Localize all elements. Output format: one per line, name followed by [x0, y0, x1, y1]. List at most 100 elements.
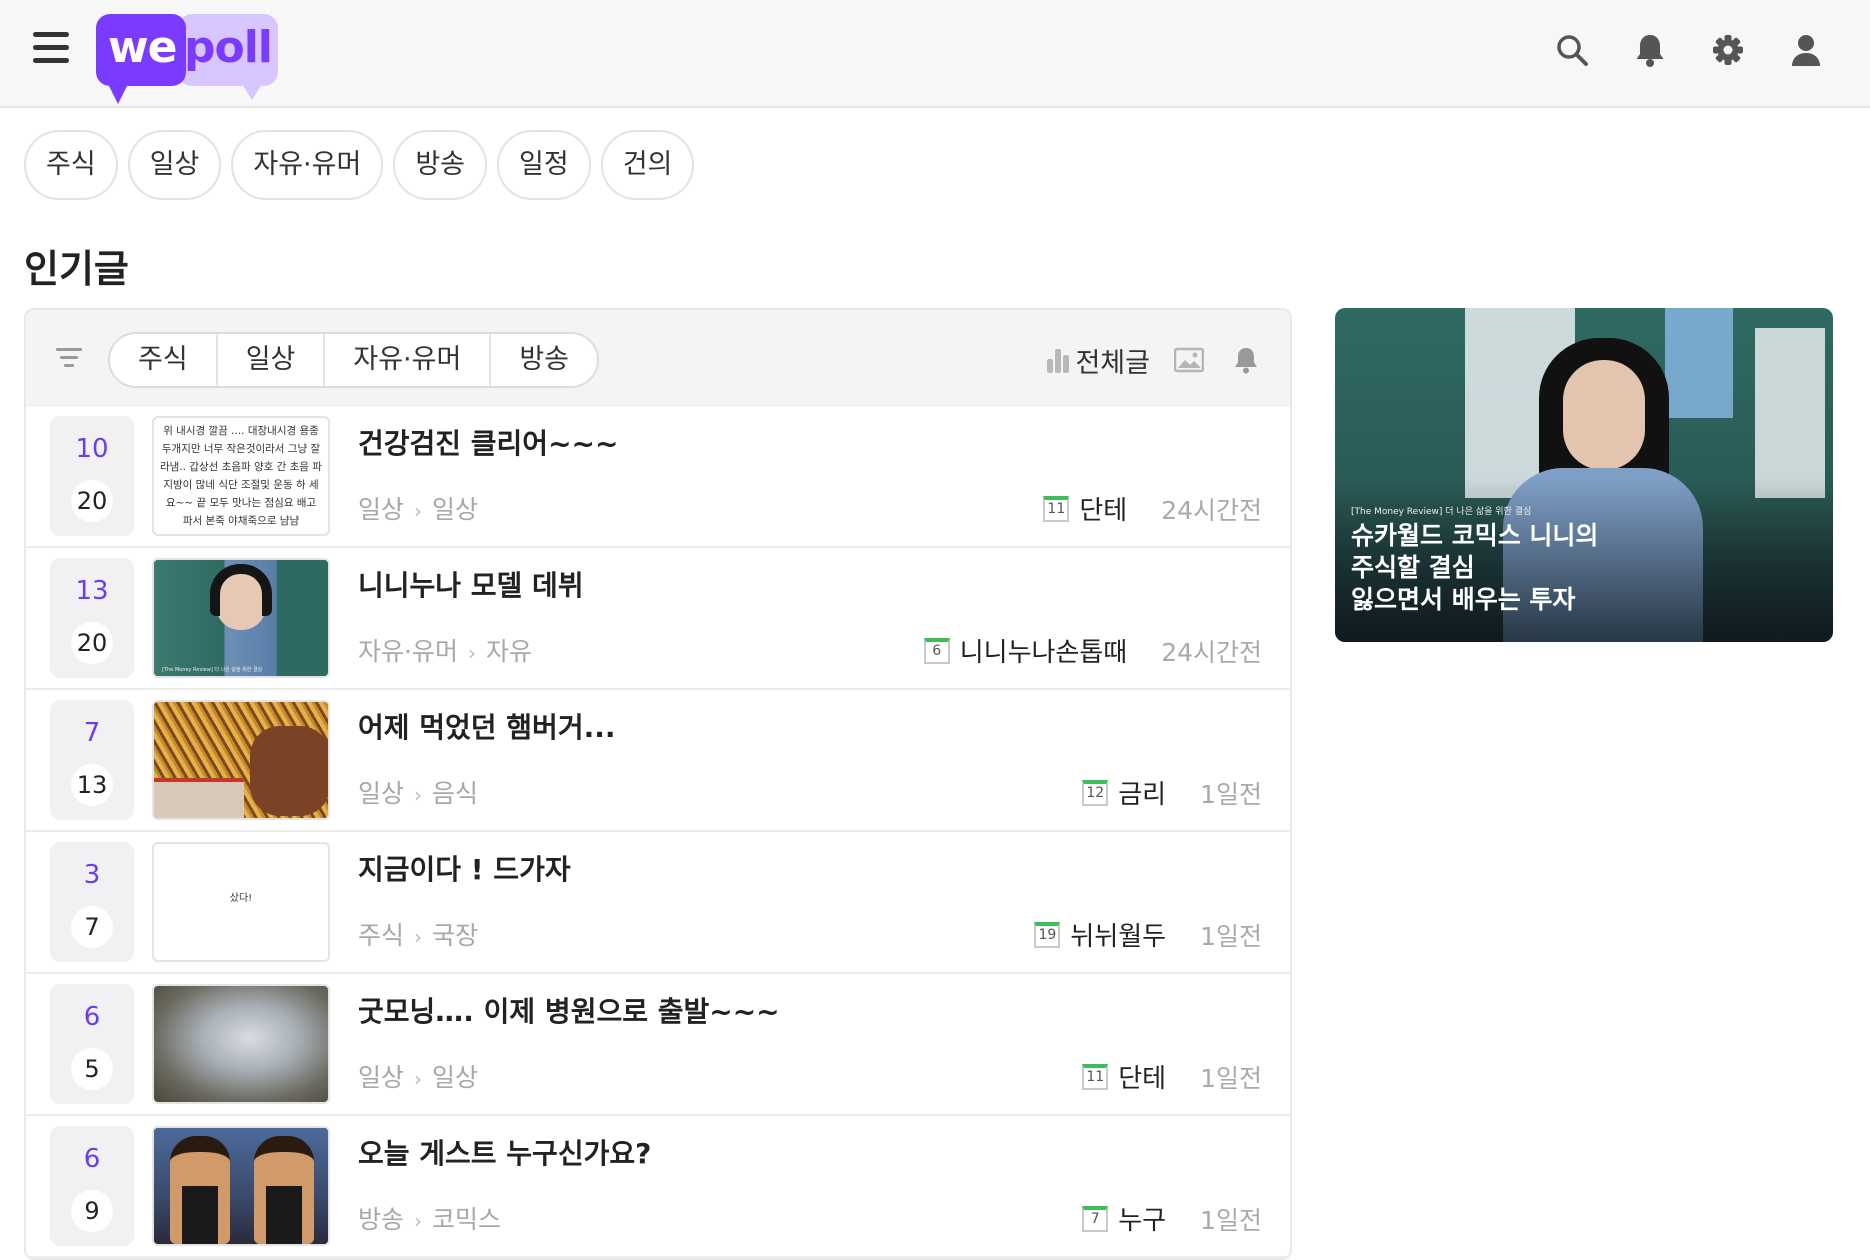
post-author[interactable]: 금리 [1118, 774, 1166, 811]
post-title[interactable]: 지금이다 ! 드가자 [358, 848, 571, 888]
post-row[interactable]: 7 13 어제 먹었던 햄버거... 일상 › 음식 12 금리 1일전 [26, 690, 1290, 832]
post-breadcrumb: 방송 › 코믹스 [358, 1205, 502, 1234]
upvote-count: 6 [83, 1002, 101, 1032]
post-breadcrumb: 자유·유머 › 자유 [358, 637, 532, 666]
thumbnail-hair [210, 564, 272, 616]
wepoll-logo[interactable]: poll we [96, 14, 280, 104]
filter-icon[interactable] [56, 348, 82, 370]
post-thumbnail[interactable] [152, 984, 330, 1104]
post-thumbnail[interactable]: 위 내시경 깔끔 .... 대장내시경 용종 두개지만 너무 작은것이라서 그냥… [152, 416, 330, 536]
logo-we-bubble: we [96, 14, 186, 104]
banner-title-line: 잃으면서 배우는 투자 [1351, 585, 1576, 614]
filter-tab-stocks[interactable]: 주식 [110, 334, 218, 386]
post-title[interactable]: 굿모닝…. 이제 병원으로 출발~~~ [358, 990, 780, 1030]
promo-banner[interactable]: [The Money Review] 더 나은 삶을 위한 결심 슈카월드 코믹… [1335, 308, 1833, 642]
post-breadcrumb: 일상 › 일상 [358, 1063, 479, 1092]
post-row[interactable]: 6 9 오늘 게스트 누구신가요? 방송 › 코믹스 7 누구 1일전 [26, 1116, 1290, 1258]
post-thumbnail[interactable]: 샀다! [152, 842, 330, 962]
post-author[interactable]: 니니누나손톱때 [960, 632, 1127, 669]
board-name[interactable]: 방송 [358, 1205, 404, 1234]
user-icon[interactable] [1788, 30, 1824, 70]
post-breadcrumb: 일상 › 일상 [358, 495, 479, 524]
banner-subtitle: [The Money Review] 더 나은 삶을 위한 결심 [1351, 507, 1532, 517]
image-icon[interactable] [1173, 347, 1205, 373]
post-score[interactable]: 3 7 [50, 842, 134, 962]
popular-posts-list: 주식 일상 자유·유머 방송 전체글 10 20 위 내시경 깔끔 .... 대… [24, 308, 1292, 1260]
post-author[interactable]: 누구 [1118, 1200, 1166, 1237]
sub-board-name[interactable]: 국장 [432, 921, 478, 950]
post-row[interactable]: 6 5 굿모닝…. 이제 병원으로 출발~~~ 일상 › 일상 11 단테 1일전 [26, 974, 1290, 1116]
category-daily[interactable]: 일상 [127, 130, 222, 200]
post-title[interactable]: 오늘 게스트 누구신가요? [358, 1132, 651, 1172]
filter-tab-free-humor[interactable]: 자유·유머 [325, 334, 492, 386]
comment-count: 5 [71, 1048, 113, 1090]
bell-icon[interactable] [1232, 345, 1260, 375]
hamburger-menu-icon[interactable] [33, 32, 69, 64]
post-thumbnail[interactable] [152, 700, 330, 820]
sub-board-name[interactable]: 코믹스 [432, 1205, 501, 1234]
category-broadcast[interactable]: 방송 [393, 130, 488, 200]
post-score[interactable]: 6 9 [50, 1126, 134, 1246]
sub-board-name[interactable]: 일상 [432, 1063, 478, 1092]
gear-icon[interactable] [1710, 30, 1746, 70]
post-time: 1일전 [1200, 1205, 1262, 1235]
post-title[interactable]: 어제 먹었던 햄버거... [358, 706, 616, 746]
category-nav: 주식 일상 자유·유머 방송 일정 건의 [24, 130, 695, 200]
thumbnail-photo [154, 986, 328, 1102]
banner-title-line: 슈카월드 코믹스 니니의 [1351, 521, 1599, 550]
post-time: 24시간전 [1161, 637, 1262, 667]
post-time: 1일전 [1200, 1063, 1262, 1093]
comment-count: 9 [71, 1190, 113, 1232]
post-score[interactable]: 10 20 [50, 416, 134, 536]
sub-board-name[interactable]: 자유 [486, 637, 532, 666]
board-name[interactable]: 주식 [358, 921, 404, 950]
user-level-badge: 7 [1082, 1205, 1109, 1232]
logo-we-text: we [108, 22, 177, 73]
bell-icon[interactable] [1632, 30, 1668, 70]
list-actions: 전체글 [1047, 338, 1260, 382]
board-name[interactable]: 일상 [358, 495, 404, 524]
user-level-badge: 12 [1082, 779, 1109, 806]
board-filter-tabs: 주식 일상 자유·유머 방송 [108, 332, 600, 388]
all-posts-label: 전체글 [1075, 347, 1150, 379]
filter-tab-daily[interactable]: 일상 [218, 334, 326, 386]
post-score[interactable]: 7 13 [50, 700, 134, 820]
thumbnail-wrapper [154, 778, 244, 818]
post-row[interactable]: 13 20 [The Money Review] 더 나은 삶을 위한 결심 니… [26, 548, 1290, 690]
post-row[interactable]: 3 7 샀다! 지금이다 ! 드가자 주식 › 국장 19 뉘뉘월두 1일전 [26, 832, 1290, 974]
thumbnail-burger [250, 726, 328, 816]
category-suggestion[interactable]: 건의 [600, 130, 695, 200]
post-time: 1일전 [1200, 779, 1262, 809]
sub-board-name[interactable]: 일상 [432, 495, 478, 524]
category-schedule[interactable]: 일정 [497, 130, 591, 200]
filter-tab-broadcast[interactable]: 방송 [491, 334, 597, 386]
category-stocks[interactable]: 주식 [24, 130, 118, 200]
post-time: 1일전 [1200, 921, 1262, 951]
post-thumbnail[interactable]: [The Money Review] 더 나은 삶을 위한 결심 [152, 558, 330, 678]
post-author[interactable]: 뉘뉘월두 [1070, 916, 1166, 953]
thumbnail-text: 샀다! [229, 893, 253, 904]
section-title: 인기글 [24, 247, 129, 291]
post-author[interactable]: 단테 [1118, 1058, 1166, 1095]
user-level-badge: 6 [923, 637, 950, 664]
banner-board-far-right [1755, 328, 1825, 498]
thumbnail-caption: [The Money Review] 더 나은 삶을 위한 결심 [162, 667, 263, 673]
post-author[interactable]: 단테 [1079, 490, 1127, 527]
banner-title: 슈카월드 코믹스 니니의 주식할 결심 잃으면서 배우는 투자 [1351, 520, 1598, 616]
post-time: 24시간전 [1161, 495, 1262, 525]
search-icon[interactable] [1554, 30, 1590, 70]
banner-board-right [1665, 308, 1733, 418]
post-thumbnail[interactable] [152, 1126, 330, 1246]
board-name[interactable]: 자유·유머 [358, 637, 458, 666]
sub-board-name[interactable]: 음식 [432, 779, 478, 808]
post-score[interactable]: 13 20 [50, 558, 134, 678]
post-title[interactable]: 건강검진 클리어~~~ [358, 422, 618, 462]
post-meta: 19 뉘뉘월두 1일전 [1034, 916, 1262, 953]
post-title[interactable]: 니니누나 모델 데뷔 [358, 564, 584, 604]
post-row[interactable]: 10 20 위 내시경 깔끔 .... 대장내시경 용종 두개지만 너무 작은것… [26, 406, 1290, 548]
board-name[interactable]: 일상 [358, 779, 404, 808]
all-posts-button[interactable]: 전체글 [1047, 341, 1150, 380]
category-free-humor[interactable]: 자유·유머 [231, 130, 384, 200]
board-name[interactable]: 일상 [358, 1063, 404, 1092]
post-score[interactable]: 6 5 [50, 984, 134, 1104]
